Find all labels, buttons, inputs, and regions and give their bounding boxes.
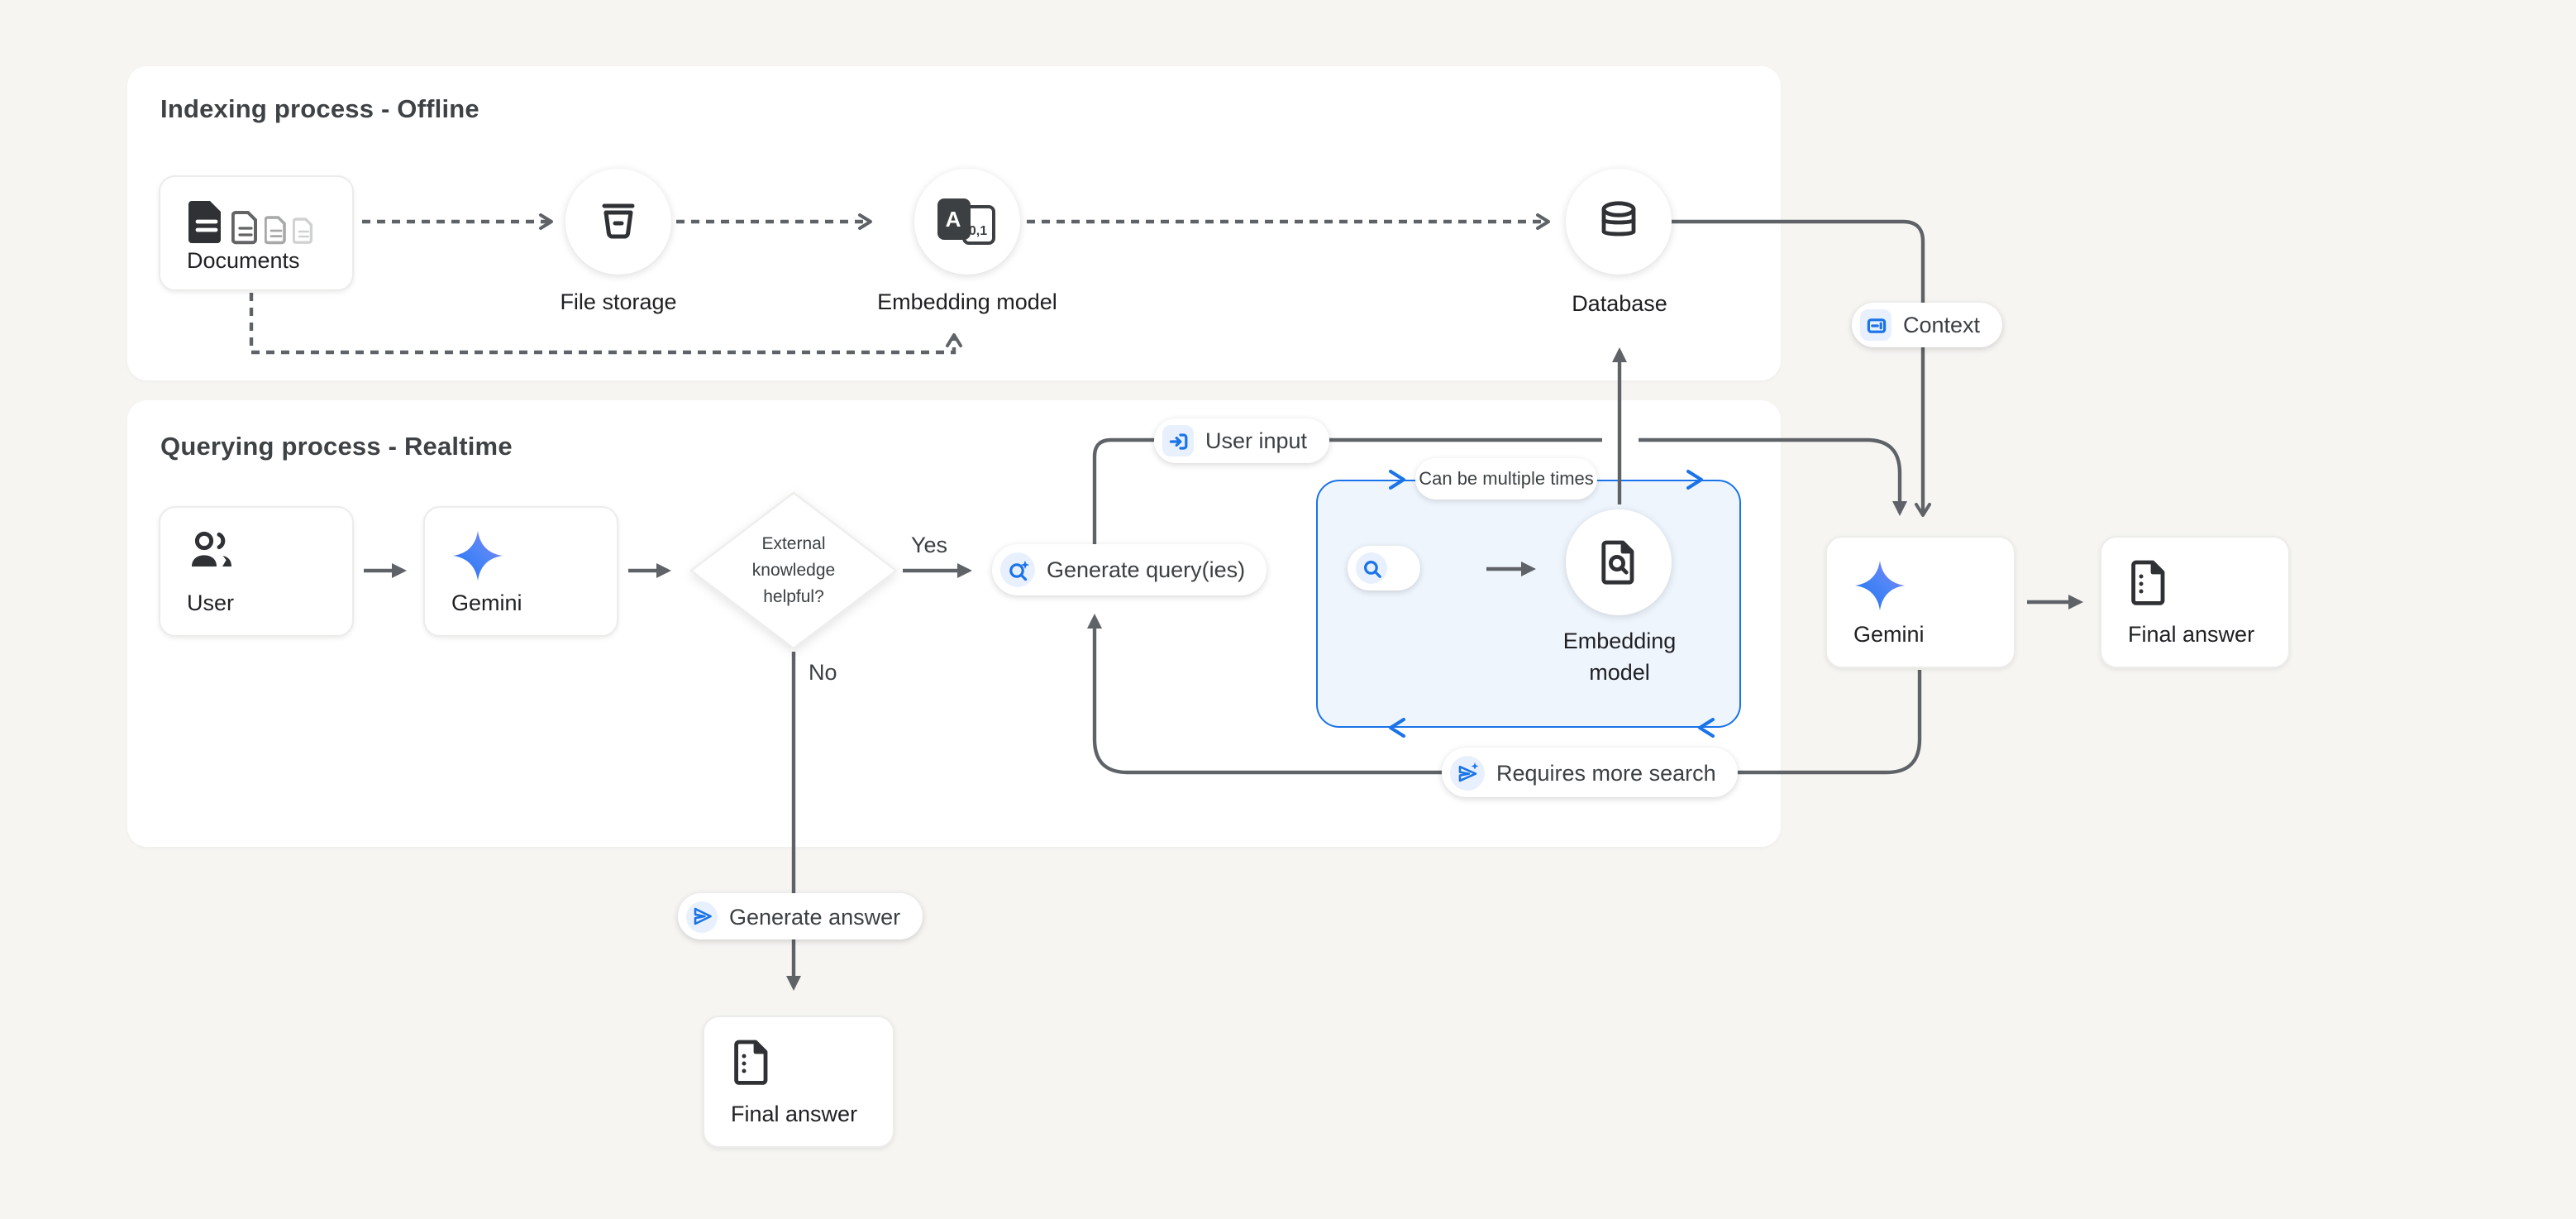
requires-more-search-icon bbox=[1450, 755, 1485, 790]
can-be-multiple-times-pill: Can be multiple times bbox=[1415, 458, 1597, 500]
user-input-icon bbox=[1162, 425, 1194, 457]
embedding-model-top-label: Embedding model bbox=[827, 289, 1108, 314]
gemini-left-node: Gemini bbox=[423, 506, 618, 637]
user-icon bbox=[187, 529, 236, 571]
user-label: User bbox=[187, 590, 326, 615]
context-icon bbox=[1860, 309, 1891, 341]
rag-architecture-diagram: Indexing process - Offline Querying proc… bbox=[0, 0, 2576, 1219]
retrieval-loop-box bbox=[1316, 480, 1741, 728]
file-storage-label: File storage bbox=[478, 289, 759, 314]
gemini-right-label: Gemini bbox=[1853, 622, 1987, 647]
generate-answer-pill-label: Generate answer bbox=[729, 904, 900, 929]
file-search-icon bbox=[1594, 538, 1643, 587]
generate-answer-icon bbox=[686, 901, 718, 932]
query-search-icon bbox=[1356, 552, 1387, 584]
embedding-model-box-node bbox=[1566, 509, 1672, 615]
embedding-model-box-label: Embedding model bbox=[1479, 625, 1760, 688]
gemini-right-node: Gemini bbox=[1825, 536, 2015, 668]
query-pill bbox=[1348, 546, 1420, 590]
final-answer-bottom-label: Final answer bbox=[731, 1102, 866, 1126]
documents-node: Documents bbox=[159, 175, 354, 291]
embedding-model-top-node: A 0,1 bbox=[914, 169, 1020, 275]
database-icon bbox=[1594, 197, 1643, 246]
user-input-pill-label: User input bbox=[1205, 428, 1307, 453]
no-label: No bbox=[809, 660, 837, 685]
user-input-pill: User input bbox=[1154, 418, 1329, 463]
gemini-left-label: Gemini bbox=[451, 590, 590, 615]
file-storage-icon bbox=[594, 197, 643, 246]
documents-label: Documents bbox=[187, 248, 326, 273]
user-node: User bbox=[159, 506, 354, 637]
indexing-panel-title: Indexing process - Offline bbox=[160, 96, 479, 126]
gemini-icon bbox=[451, 529, 504, 582]
database-node bbox=[1566, 169, 1672, 275]
requires-more-search-pill: Requires more search bbox=[1442, 748, 1738, 797]
file-storage-node bbox=[565, 169, 671, 275]
context-pill-label: Context bbox=[1903, 313, 1980, 337]
final-answer-icon bbox=[731, 1039, 774, 1087]
documents-icon bbox=[187, 195, 326, 245]
yes-label: Yes bbox=[911, 533, 947, 557]
decision-label: External knowledge helpful? bbox=[708, 533, 880, 611]
querying-panel-title: Querying process - Realtime bbox=[160, 433, 513, 463]
final-answer-right-label: Final answer bbox=[2128, 622, 2262, 647]
generate-queries-icon bbox=[1000, 552, 1035, 587]
requires-more-search-pill-label: Requires more search bbox=[1496, 760, 1716, 785]
generate-queries-pill: Generate query(ies) bbox=[992, 544, 1267, 595]
embedding-model-icon: A 0,1 bbox=[937, 198, 998, 246]
final-answer-icon bbox=[2128, 559, 2171, 607]
final-answer-right-node: Final answer bbox=[2100, 536, 2290, 668]
gemini-icon bbox=[1853, 559, 1906, 612]
database-label: Database bbox=[1479, 291, 1760, 316]
generate-answer-pill: Generate answer bbox=[678, 893, 922, 939]
final-answer-bottom-node: Final answer bbox=[703, 1016, 894, 1148]
context-pill: Context bbox=[1852, 303, 2001, 347]
generate-queries-pill-label: Generate query(ies) bbox=[1047, 557, 1245, 582]
